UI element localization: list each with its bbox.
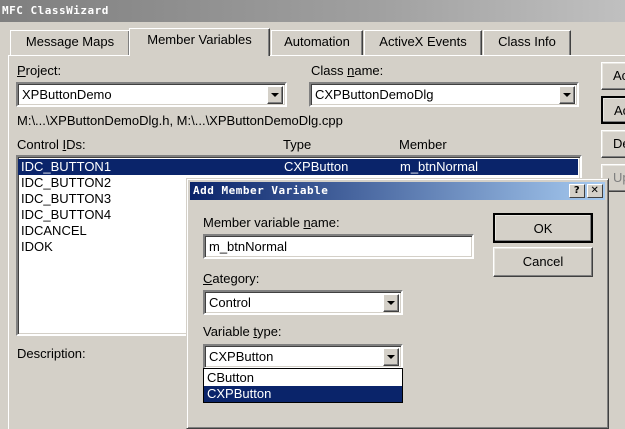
tab-class-info[interactable]: Class Info: [483, 30, 571, 55]
category-value: Control: [209, 295, 251, 310]
list-item[interactable]: IDC_BUTTON2: [21, 175, 111, 191]
member-name-label: Member variable name:: [203, 215, 340, 230]
chevron-down-icon: [387, 355, 395, 359]
project-combo[interactable]: XPButtonDemo: [16, 82, 287, 107]
tab-label: Automation: [284, 34, 350, 49]
variable-type-value: CXPButton: [209, 349, 274, 364]
class-name-value: CXPButtonDemoDlg: [315, 87, 434, 102]
project-dropdown-button[interactable]: [267, 86, 283, 104]
tab-member-variables[interactable]: Member Variables: [129, 28, 270, 56]
member-name-input[interactable]: m_btnNormal: [203, 234, 474, 259]
add-member-variable-dialog: Add Member Variable ? ✕ Member variable …: [186, 178, 609, 429]
list-item-selected[interactable]: IDC_BUTTON1 CXPButton m_btnNormal: [18, 159, 578, 175]
add-variable-button[interactable]: Ac: [601, 96, 625, 124]
help-button[interactable]: ?: [569, 184, 585, 198]
window-title: MFC ClassWizard: [2, 4, 109, 17]
cancel-label: Cancel: [522, 254, 564, 269]
class-name-label: Class name:: [311, 63, 384, 78]
tab-message-maps[interactable]: Message Maps: [10, 30, 130, 55]
tab-automation[interactable]: Automation: [271, 30, 363, 55]
list-item[interactable]: IDC_BUTTON4: [21, 207, 111, 223]
close-button[interactable]: ✕: [587, 184, 603, 198]
chevron-down-icon: [271, 93, 279, 97]
delete-variable-label: De: [613, 136, 625, 151]
list-header-member: Member: [399, 137, 447, 152]
category-dropdown-button[interactable]: [383, 294, 399, 312]
class-name-dropdown-button[interactable]: [559, 86, 575, 104]
close-icon: ✕: [590, 185, 600, 196]
file-path: M:\...\XPButtonDemoDlg.h, M:\...\XPButto…: [17, 113, 343, 128]
update-columns-label: Up: [613, 170, 625, 185]
list-item[interactable]: IDC_BUTTON3: [21, 191, 111, 207]
help-icon: ?: [573, 185, 581, 196]
variable-type-dropdown-list: CButton CXPButton: [203, 368, 403, 403]
add-class-label: Ac: [613, 68, 625, 83]
chevron-down-icon: [387, 301, 395, 305]
tab-label: Member Variables: [147, 32, 252, 47]
class-name-combo[interactable]: CXPButtonDemoDlg: [309, 82, 579, 107]
list-item[interactable]: IDOK: [21, 239, 53, 255]
delete-variable-button[interactable]: De: [601, 130, 625, 158]
chevron-down-icon: [563, 93, 571, 97]
list-header-type: Type: [283, 137, 312, 152]
description-label: Description:: [17, 346, 86, 361]
project-value: XPButtonDemo: [22, 87, 112, 102]
variable-type-dropdown-button[interactable]: [383, 348, 399, 366]
category-combo[interactable]: Control: [203, 290, 403, 315]
list-item-type: CXPButton: [284, 159, 349, 174]
member-name-value: m_btnNormal: [209, 239, 288, 254]
variable-type-label: Variable type:: [203, 324, 282, 339]
list-item[interactable]: IDCANCEL: [21, 223, 87, 239]
tab-label: ActiveX Events: [379, 34, 467, 49]
category-label: Category:: [203, 271, 260, 286]
tab-label: Class Info: [498, 34, 556, 49]
dropdown-option-selected[interactable]: CXPButton: [204, 386, 402, 402]
list-item-member: m_btnNormal: [400, 159, 479, 174]
add-class-button[interactable]: Ac: [601, 62, 625, 90]
list-header-control-ids: Control IDs:: [17, 137, 86, 152]
variable-type-combo[interactable]: CXPButton: [203, 344, 403, 369]
project-label: Project:: [17, 63, 62, 78]
ok-label: OK: [533, 221, 553, 236]
list-item-id: IDC_BUTTON1: [21, 159, 112, 174]
tab-activex-events[interactable]: ActiveX Events: [364, 30, 482, 55]
ok-button[interactable]: OK: [493, 213, 593, 243]
window-title-bar[interactable]: MFC ClassWizard: [0, 0, 625, 22]
dropdown-option[interactable]: CButton: [204, 370, 402, 386]
dialog-title: Add Member Variable: [193, 184, 329, 197]
add-variable-label: Ac: [614, 103, 625, 118]
cancel-button[interactable]: Cancel: [493, 247, 593, 277]
dialog-title-bar[interactable]: Add Member Variable ? ✕: [190, 182, 605, 200]
tab-label: Message Maps: [25, 34, 115, 49]
